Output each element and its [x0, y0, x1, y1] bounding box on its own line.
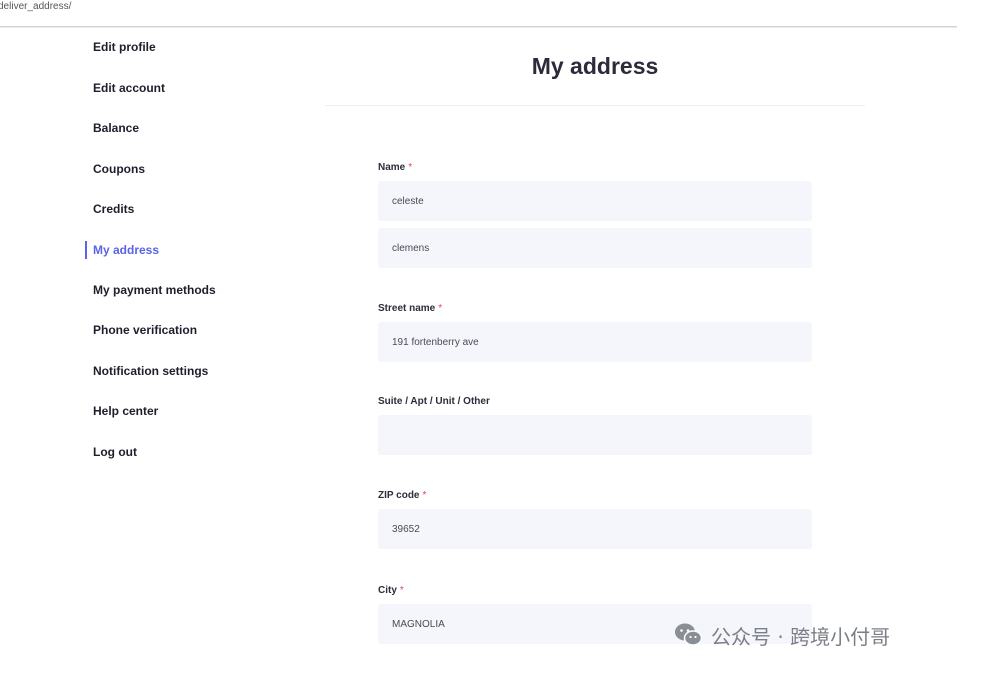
name-label-text: Name	[378, 162, 406, 173]
active-indicator	[85, 241, 87, 259]
suite-label-text: Suite / Apt / Unit / Other	[378, 396, 490, 407]
required-mark: *	[408, 162, 413, 173]
city-label: City *	[378, 585, 404, 596]
wechat-icon	[675, 623, 703, 646]
street-input[interactable]	[378, 322, 812, 362]
required-mark: *	[422, 490, 427, 501]
city-label-text: City	[378, 585, 397, 596]
sidebar-item-phone-verification[interactable]: Phone verification	[93, 323, 197, 337]
street-label: Street name *	[378, 303, 442, 314]
first-name-input[interactable]	[378, 181, 812, 221]
sidebar-item-credits[interactable]: Credits	[93, 202, 134, 216]
sidebar-item-edit-account[interactable]: Edit account	[93, 81, 165, 95]
zip-label: ZIP code *	[378, 490, 426, 501]
suite-input[interactable]	[378, 415, 812, 455]
required-mark: *	[399, 585, 404, 596]
last-name-input[interactable]	[378, 228, 812, 268]
zip-label-text: ZIP code	[378, 490, 420, 501]
zip-input[interactable]	[378, 509, 812, 549]
sidebar: Edit profile Edit account Balance Coupon…	[0, 0, 300, 675]
street-label-text: Street name	[378, 303, 436, 314]
sidebar-item-notification-settings[interactable]: Notification settings	[93, 364, 208, 378]
suite-label: Suite / Apt / Unit / Other	[378, 396, 490, 407]
sidebar-item-log-out[interactable]: Log out	[93, 445, 137, 459]
watermark-text: 公众号 · 跨境小付哥	[711, 624, 891, 649]
sidebar-item-payment-methods[interactable]: My payment methods	[93, 283, 216, 297]
sidebar-item-help-center[interactable]: Help center	[93, 404, 158, 418]
required-mark: *	[438, 303, 443, 314]
sidebar-item-my-address[interactable]: My address	[93, 243, 159, 257]
sidebar-item-balance[interactable]: Balance	[93, 121, 139, 135]
name-label: Name *	[378, 162, 412, 173]
sidebar-item-coupons[interactable]: Coupons	[93, 162, 145, 176]
title-divider	[325, 105, 865, 106]
watermark: 公众号 · 跨境小付哥	[673, 620, 890, 650]
sidebar-item-edit-profile[interactable]: Edit profile	[93, 40, 156, 54]
page-title: My address	[531, 53, 659, 79]
